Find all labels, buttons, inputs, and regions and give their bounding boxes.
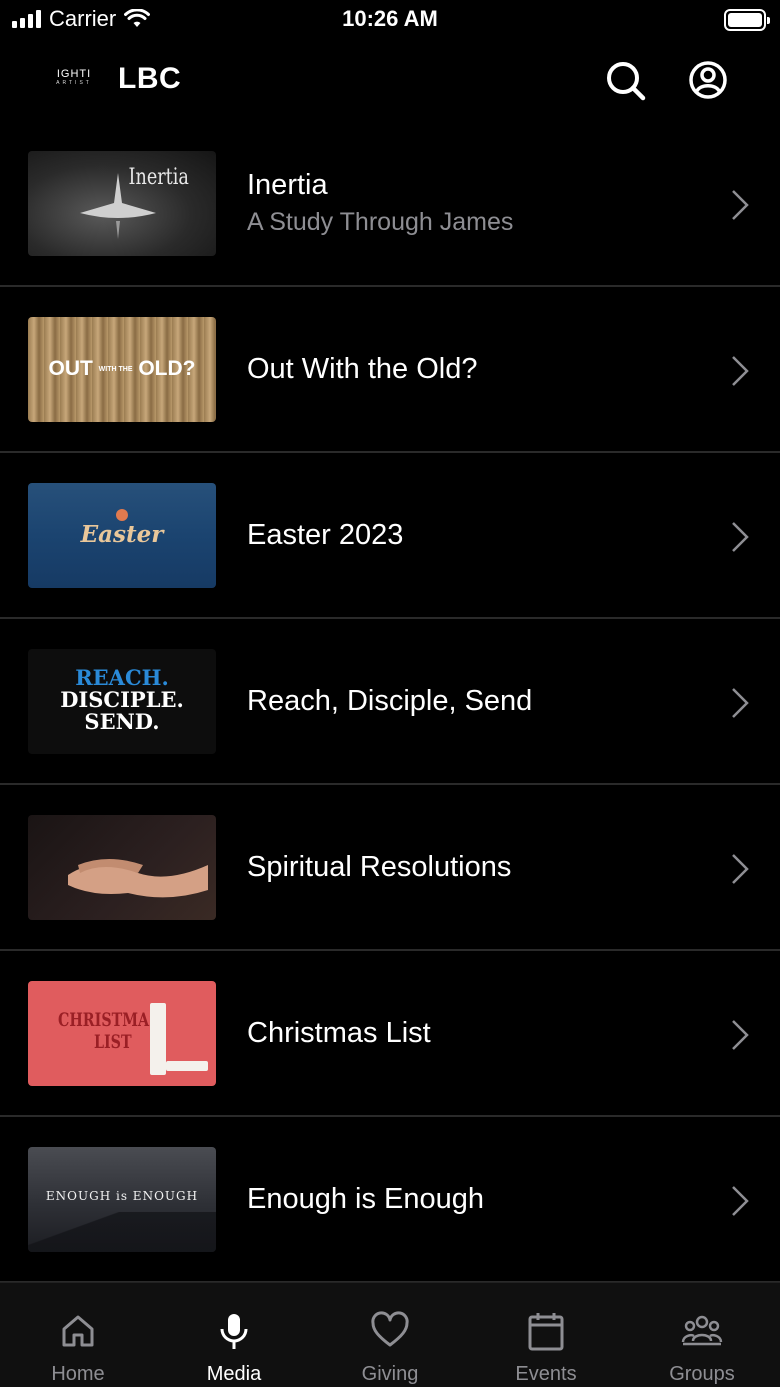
battery-icon xyxy=(724,9,770,31)
series-list: Inertia Inertia A Study Through James OU… xyxy=(0,121,780,1283)
thumbnail-text: REACH. xyxy=(75,665,169,690)
series-title: Christmas List xyxy=(247,1016,431,1049)
chevron-right-icon xyxy=(732,1020,749,1050)
thumbnail-text: SEND. xyxy=(84,709,160,734)
heart-icon xyxy=(371,1311,409,1347)
thumbnail-text: Easter xyxy=(80,521,164,548)
series-thumbnail: Easter xyxy=(28,483,216,588)
series-thumbnail: CHRISTMAS LIST xyxy=(28,981,216,1086)
series-thumbnail: REACH. DISCIPLE. SEND. xyxy=(28,649,216,754)
scroll-graphic xyxy=(150,1003,166,1075)
microphone-icon xyxy=(220,1314,248,1349)
tab-events[interactable]: Events xyxy=(468,1283,624,1387)
series-thumbnail: ENOUGH is ENOUGH xyxy=(28,1147,216,1252)
account-icon[interactable] xyxy=(686,58,730,102)
chevron-right-icon xyxy=(732,854,749,884)
list-item-enough-is-enough[interactable]: ENOUGH is ENOUGH Enough is Enough xyxy=(0,1117,780,1283)
tab-bar: Home Media Giving Events Groups xyxy=(0,1282,780,1387)
list-item-spiritual-resolutions[interactable]: Spiritual Resolutions xyxy=(0,785,780,951)
list-item-inertia[interactable]: Inertia Inertia A Study Through James xyxy=(0,121,780,287)
list-item-out-with-the-old[interactable]: OUT WITH THE OLD? Out With the Old? xyxy=(0,287,780,453)
series-title: Enough is Enough xyxy=(247,1182,485,1215)
status-bar: Carrier 10:26 AM xyxy=(0,0,780,40)
list-item-easter-2023[interactable]: Easter Easter 2023 xyxy=(0,453,780,619)
calendar-icon xyxy=(528,1313,564,1351)
series-thumbnail: Inertia xyxy=(28,151,216,256)
list-item-christmas-list[interactable]: CHRISTMAS LIST Christmas List xyxy=(0,951,780,1117)
chevron-right-icon xyxy=(732,522,749,552)
tab-label: Media xyxy=(206,1363,262,1385)
tab-home[interactable]: Home xyxy=(0,1283,156,1387)
series-subtitle: A Study Through James xyxy=(247,208,514,236)
logo-subtext: ARTIST xyxy=(56,80,92,86)
chevron-right-icon xyxy=(732,688,749,718)
series-title: Inertia xyxy=(247,169,328,201)
thumbnail-text: LIST xyxy=(94,1031,132,1053)
chevron-right-icon xyxy=(732,1186,749,1216)
search-icon[interactable] xyxy=(603,58,647,102)
thumbnail-text: Inertia xyxy=(128,165,189,190)
scroll-graphic xyxy=(166,1061,208,1071)
tab-giving[interactable]: Giving xyxy=(312,1283,468,1387)
thumbnail-text: CHRISTMAS xyxy=(58,1009,160,1031)
tab-label: Events xyxy=(515,1363,577,1385)
app-header: IGHTI ARTIST LBC xyxy=(0,50,780,110)
tab-groups[interactable]: Groups xyxy=(624,1283,780,1387)
church-logo: IGHTI ARTIST xyxy=(52,68,96,86)
series-title: Spiritual Resolutions xyxy=(247,850,512,883)
home-icon xyxy=(62,1315,94,1347)
groups-icon xyxy=(681,1315,723,1346)
chevron-right-icon xyxy=(732,356,749,386)
tab-label: Giving xyxy=(361,1363,419,1385)
series-title: Easter 2023 xyxy=(247,518,404,551)
series-thumbnail xyxy=(28,815,216,920)
chevron-right-icon xyxy=(732,190,749,220)
thumbnail-text: ENOUGH is ENOUGH xyxy=(45,1189,199,1203)
sun-graphic xyxy=(116,509,128,521)
series-thumbnail: OUT WITH THE OLD? xyxy=(28,317,216,422)
tab-label: Groups xyxy=(669,1363,735,1385)
status-time: 10:26 AM xyxy=(342,6,438,31)
series-title: Reach, Disciple, Send xyxy=(247,684,533,717)
list-item-reach-disciple-send[interactable]: REACH. DISCIPLE. SEND. Reach, Disciple, … xyxy=(0,619,780,785)
thumbnail-text: DISCIPLE. xyxy=(60,687,184,712)
series-title: Out With the Old? xyxy=(247,352,478,385)
thumbnail-text: OUT WITH THE OLD? xyxy=(48,357,196,380)
tab-media[interactable]: Media xyxy=(156,1283,312,1387)
page-title: LBC xyxy=(118,62,182,95)
logo-text: IGHTI xyxy=(56,68,92,80)
tab-label: Home xyxy=(51,1363,105,1385)
